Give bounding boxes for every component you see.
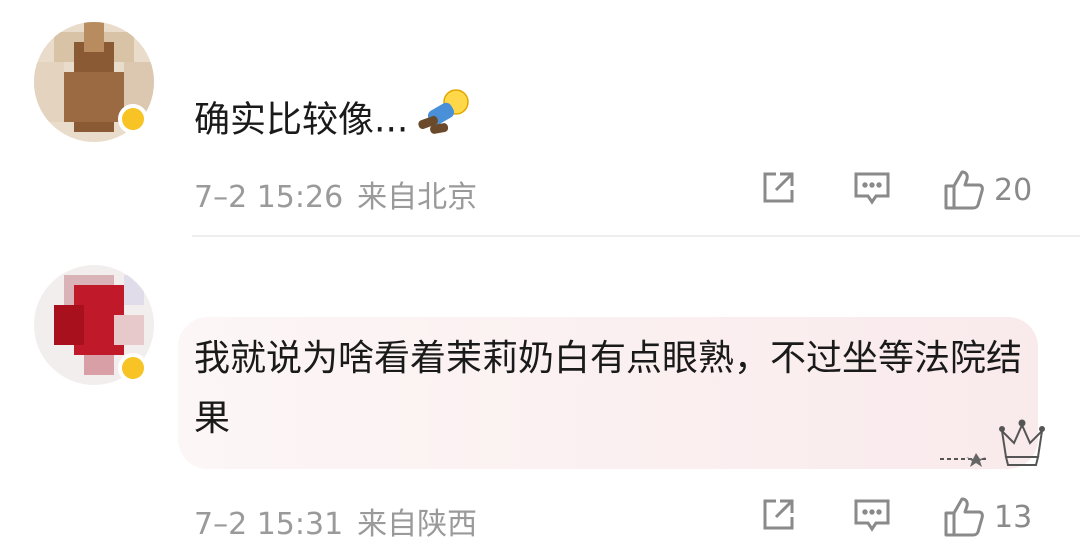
like-count: 13 [994, 499, 1033, 535]
comment-text: 我就说为啥看着茉莉奶白有点眼熟，不过坐等法院结果 [194, 338, 1023, 439]
like-button[interactable]: 13 [942, 495, 1032, 539]
comment-item[interactable]: 我就说为啥看着茉莉奶白有点眼熟，不过坐等法院结果 7–2 15:31 来自陕西 [0, 237, 1080, 551]
sleeping-emoji-icon [414, 88, 472, 155]
like-count: 20 [994, 172, 1033, 208]
crown-decoration-icon [940, 419, 1045, 467]
comment-time: 7–2 15:26 [194, 180, 344, 215]
comment-location: 来自陕西 [357, 507, 478, 542]
like-button[interactable]: 20 [942, 168, 1032, 212]
comment-location: 来自北京 [357, 180, 478, 215]
comment-text: 确实比较像... [194, 88, 472, 155]
verified-badge-icon [118, 104, 148, 134]
comment-item[interactable]: 确实比较像... 7–2 15:26 来自北京 20 [0, 0, 1080, 236]
comment-icon [854, 172, 890, 205]
share-icon [763, 172, 794, 203]
comment-meta: 7–2 15:26 来自北京 [194, 172, 477, 216]
comment-icon [854, 499, 890, 532]
share-button[interactable] [758, 495, 798, 535]
thumbs-up-icon [944, 170, 984, 210]
reply-button[interactable] [852, 168, 892, 208]
verified-badge-icon [118, 353, 148, 383]
comment-meta: 7–2 15:31 来自陕西 [194, 499, 477, 543]
share-icon [763, 499, 794, 530]
share-button[interactable] [758, 168, 798, 208]
comment-time: 7–2 15:31 [194, 507, 344, 542]
thumbs-up-icon [944, 497, 984, 537]
reply-button[interactable] [852, 495, 892, 535]
